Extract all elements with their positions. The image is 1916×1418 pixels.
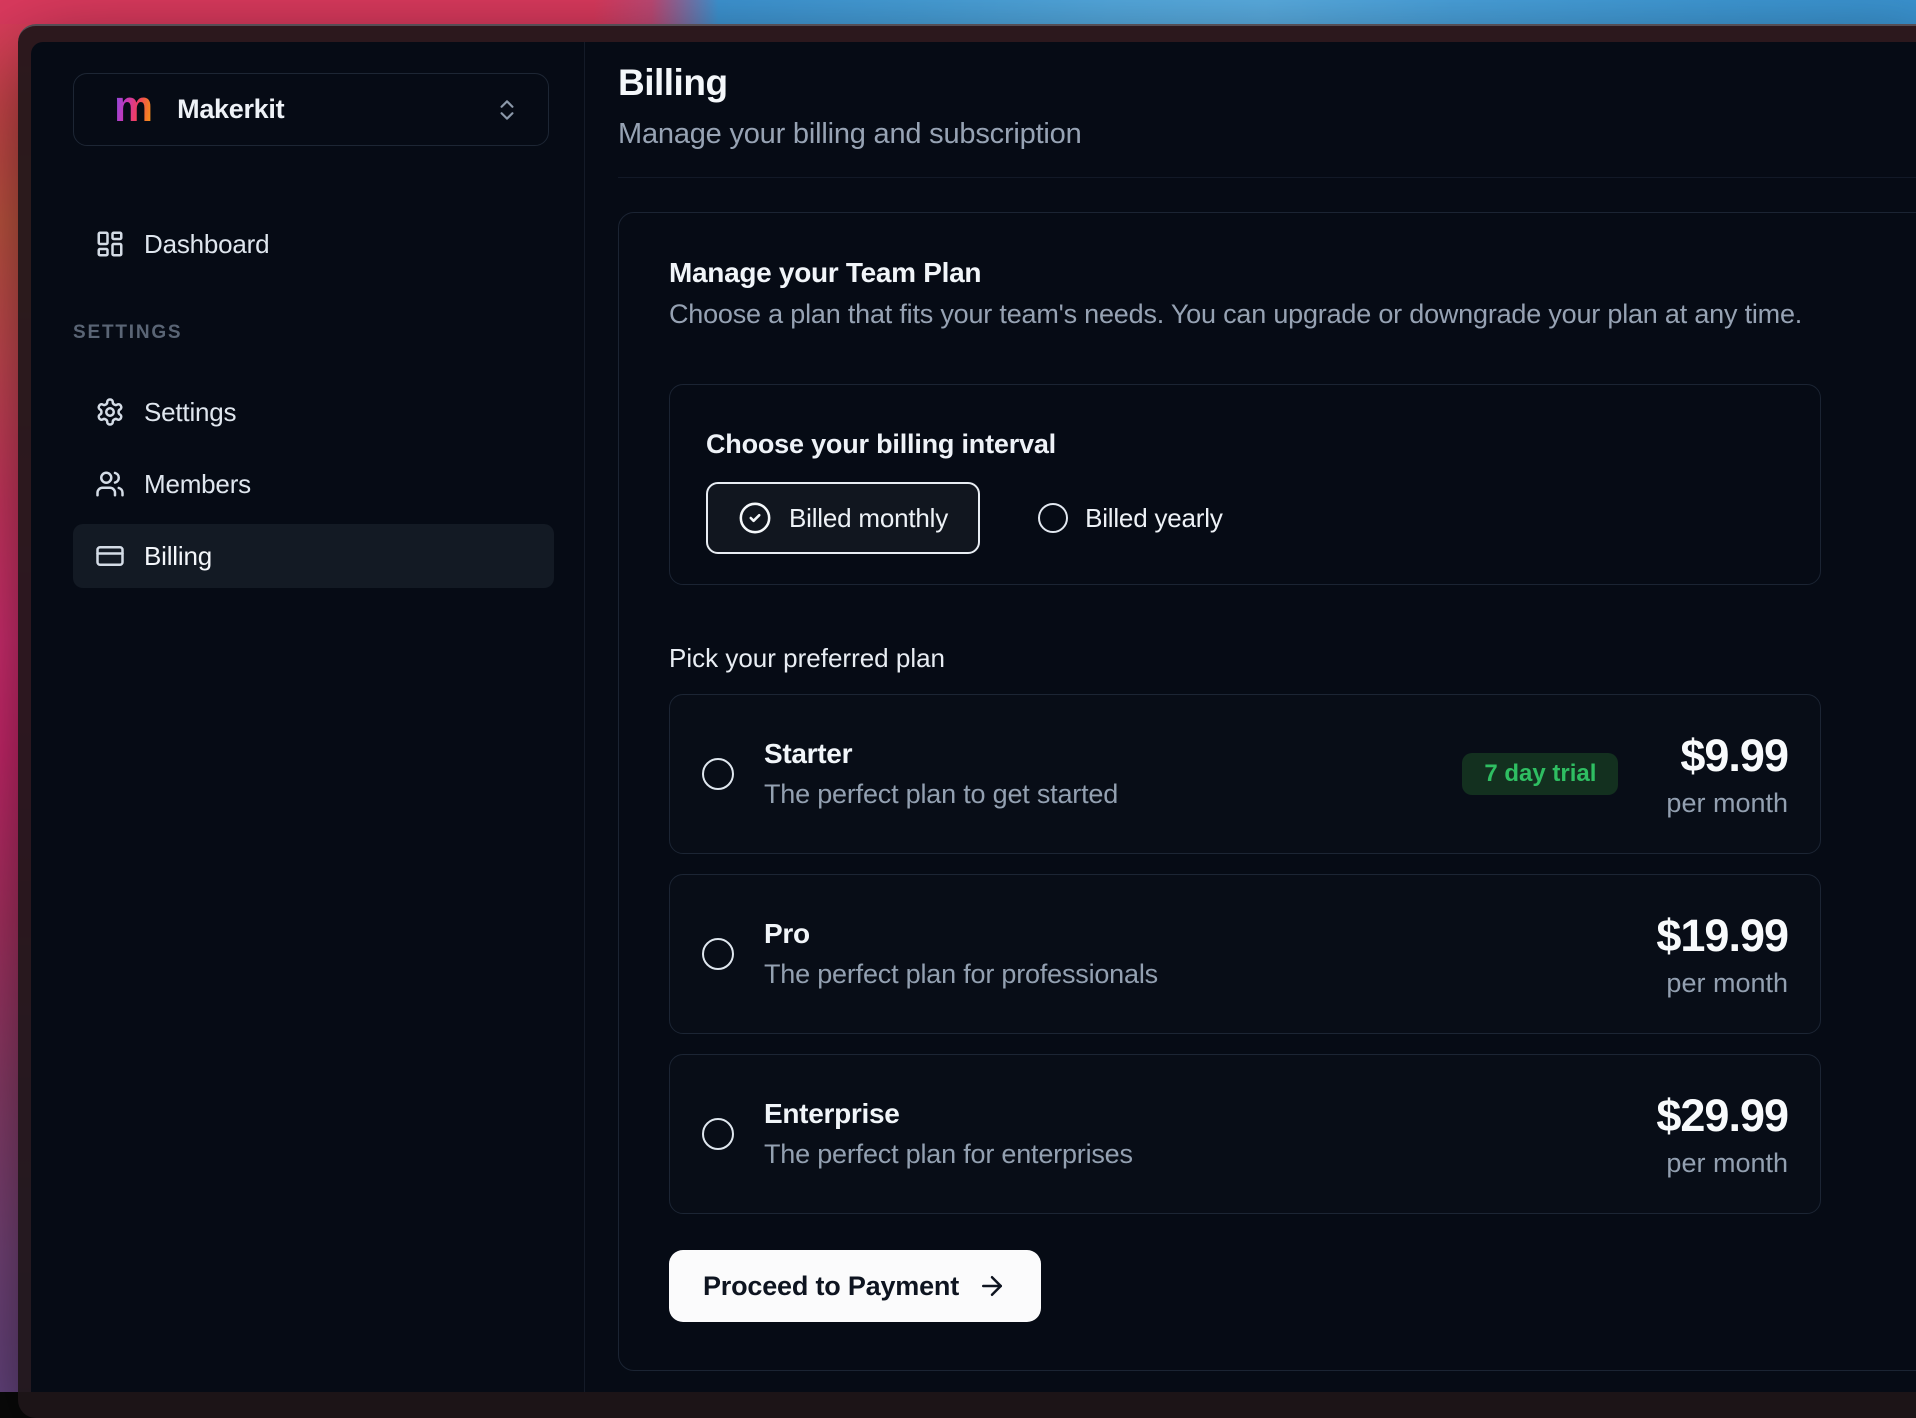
pick-plan-label: Pick your preferred plan xyxy=(669,643,1915,674)
makerkit-logo: m xyxy=(114,85,153,129)
sidebar-item-members[interactable]: Members xyxy=(73,452,554,516)
sidebar-item-settings[interactable]: Settings xyxy=(73,380,554,444)
header-divider xyxy=(618,177,1916,178)
proceed-button-label: Proceed to Payment xyxy=(703,1271,959,1302)
sidebar-item-dashboard[interactable]: Dashboard xyxy=(73,212,554,276)
plan-info: Pro The perfect plan for professionals xyxy=(764,918,1158,990)
enterprise-radio[interactable] xyxy=(702,1118,734,1150)
plan-period: per month xyxy=(1656,1148,1788,1179)
dashboard-icon xyxy=(95,229,125,259)
sidebar-nav: Dashboard SETTINGS Settings Members xyxy=(73,212,553,588)
arrow-right-icon xyxy=(977,1271,1007,1301)
plan-name: Pro xyxy=(764,918,1158,950)
sidebar-section-settings: SETTINGS xyxy=(73,322,553,344)
plan-info: Enterprise The perfect plan for enterpri… xyxy=(764,1098,1133,1170)
team-plan-title: Manage your Team Plan xyxy=(669,257,1915,289)
plan-period: per month xyxy=(1656,968,1788,999)
starter-radio[interactable] xyxy=(702,758,734,790)
gear-icon xyxy=(95,397,125,427)
sidebar: m Makerkit Dashboard SETTINGS xyxy=(31,42,585,1392)
plan-description: The perfect plan for professionals xyxy=(764,959,1158,990)
plan-pricing: $29.99 per month xyxy=(1656,1090,1788,1179)
users-icon xyxy=(95,469,125,499)
plan-list: Starter The perfect plan to get started … xyxy=(669,694,1915,1214)
app-window: m Makerkit Dashboard SETTINGS xyxy=(18,24,1916,1418)
app-content: m Makerkit Dashboard SETTINGS xyxy=(31,42,1916,1392)
plan-description: The perfect plan for enterprises xyxy=(764,1139,1133,1170)
billing-interval-options: Billed monthly Billed yearly xyxy=(706,482,1784,554)
main-content: Billing Manage your billing and subscrip… xyxy=(585,42,1916,1392)
credit-card-icon xyxy=(95,541,125,571)
plan-info: Starter The perfect plan to get started xyxy=(764,738,1118,810)
page-title: Billing xyxy=(618,62,1916,104)
plan-name: Starter xyxy=(764,738,1118,770)
check-circle-icon xyxy=(738,501,772,535)
sidebar-item-label: Dashboard xyxy=(144,229,269,260)
workspace-name: Makerkit xyxy=(177,94,284,125)
billing-interval-label: Choose your billing interval xyxy=(706,429,1784,460)
workspace-selector[interactable]: m Makerkit xyxy=(73,73,549,146)
billed-yearly-label: Billed yearly xyxy=(1085,503,1223,534)
billed-yearly-option[interactable]: Billed yearly xyxy=(1038,503,1223,534)
sidebar-item-label: Members xyxy=(144,469,251,500)
radio-circle-icon xyxy=(1038,503,1068,533)
chevrons-up-down-icon xyxy=(494,97,520,123)
pro-radio[interactable] xyxy=(702,938,734,970)
plan-pricing: 7 day trial $9.99 per month xyxy=(1462,730,1788,819)
trial-badge: 7 day trial xyxy=(1462,753,1618,795)
plan-name: Enterprise xyxy=(764,1098,1133,1130)
plan-price: $19.99 xyxy=(1656,910,1788,962)
plan-option-starter[interactable]: Starter The perfect plan to get started … xyxy=(669,694,1821,854)
plan-option-pro[interactable]: Pro The perfect plan for professionals $… xyxy=(669,874,1821,1034)
plan-period: per month xyxy=(1666,788,1788,819)
sidebar-item-label: Billing xyxy=(144,541,212,572)
plan-description: The perfect plan to get started xyxy=(764,779,1118,810)
billed-monthly-option[interactable]: Billed monthly xyxy=(706,482,980,554)
team-plan-card: Manage your Team Plan Choose a plan that… xyxy=(618,212,1916,1371)
plan-price: $9.99 xyxy=(1666,730,1788,782)
sidebar-item-billing[interactable]: Billing xyxy=(73,524,554,588)
proceed-to-payment-button[interactable]: Proceed to Payment xyxy=(669,1250,1041,1322)
plan-price: $29.99 xyxy=(1656,1090,1788,1142)
sidebar-item-label: Settings xyxy=(144,397,236,428)
billing-interval-box: Choose your billing interval Billed mont… xyxy=(669,384,1821,585)
billed-monthly-label: Billed monthly xyxy=(789,503,948,534)
team-plan-description: Choose a plan that fits your team's need… xyxy=(669,299,1915,330)
plan-pricing: $19.99 per month xyxy=(1656,910,1788,999)
plan-option-enterprise[interactable]: Enterprise The perfect plan for enterpri… xyxy=(669,1054,1821,1214)
page-subtitle: Manage your billing and subscription xyxy=(618,118,1916,151)
desktop-wallpaper-top xyxy=(0,0,1916,24)
